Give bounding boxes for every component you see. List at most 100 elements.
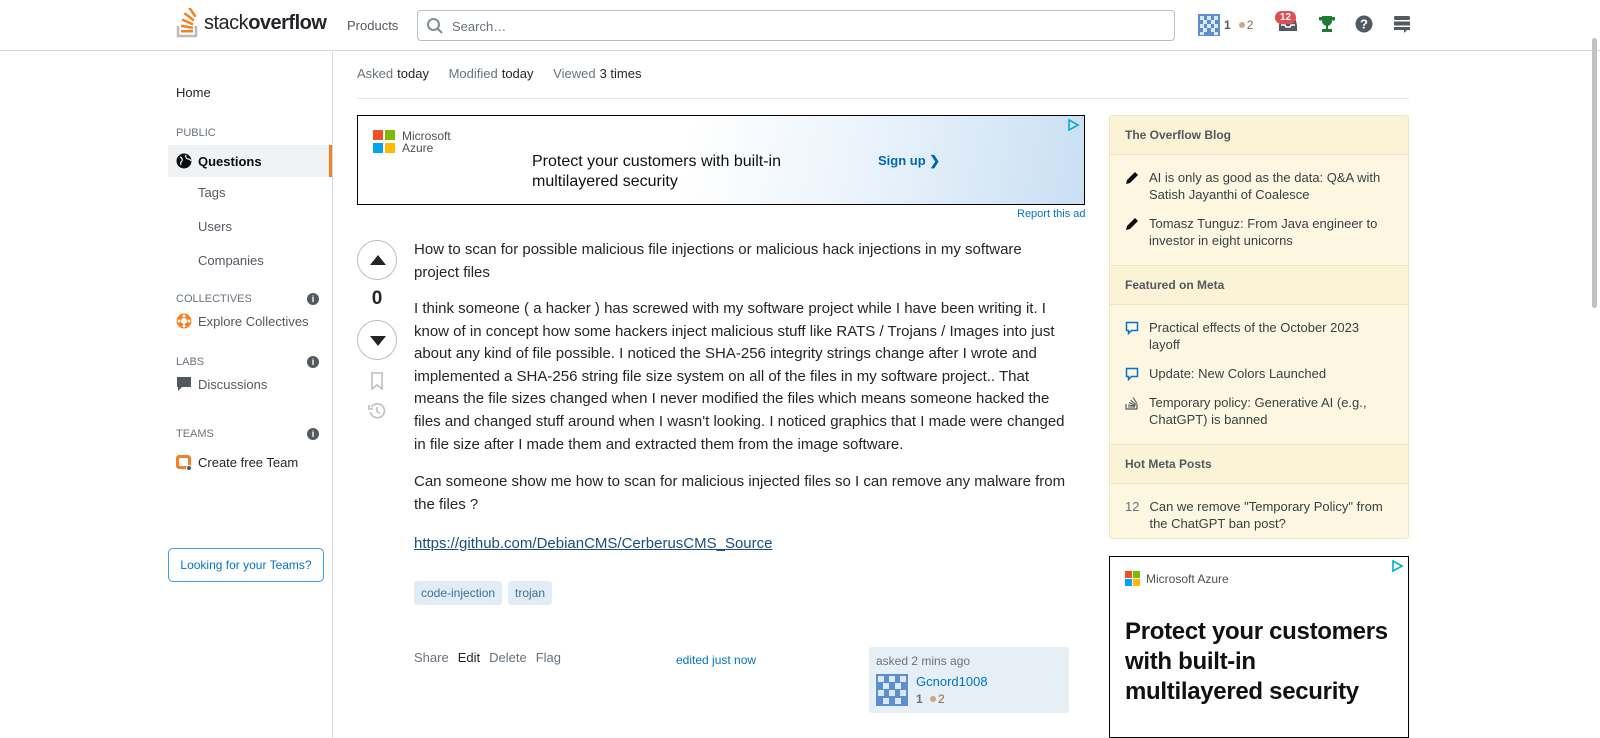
meta-item-text: Temporary policy: Generative AI (e.g., C… (1149, 395, 1367, 427)
tag-trojan[interactable]: trojan (508, 581, 553, 605)
speech-bubble-icon (1125, 321, 1139, 335)
blog-item[interactable]: AI is only as good as the data: Q&A with… (1125, 169, 1393, 203)
adchoices-icon[interactable] (1066, 118, 1080, 132)
upvote-button[interactable] (357, 240, 397, 280)
blog-header: The Overflow Blog (1110, 116, 1408, 155)
ad-signup-button[interactable]: Sign up ❯ (878, 153, 940, 169)
stack-logo-icon (176, 8, 198, 38)
github-link[interactable]: https://github.com/DebianCMS/CerberusCMS… (414, 535, 773, 552)
collectives-icon (176, 313, 192, 329)
nav-explore-collectives[interactable]: Explore Collectives (176, 313, 309, 329)
inbox-badge: 12 (1275, 11, 1297, 24)
microsoft-azure-logo: Microsoft Azure (1125, 571, 1229, 586)
top-bar: stackoverflow Products 1 2 12 (0, 0, 1600, 51)
blog-item-text: Tomasz Tunguz: From Java engineer to inv… (1149, 216, 1378, 248)
stackoverflow-logo[interactable]: stackoverflow (176, 8, 327, 38)
adchoices-icon[interactable] (1390, 559, 1404, 573)
nav-questions[interactable]: Questions (168, 145, 332, 177)
blog-item-text: AI is only as good as the data: Q&A with… (1149, 170, 1381, 202)
create-team-label: Create free Team (198, 454, 299, 470)
nav-tags[interactable]: Tags (198, 185, 225, 200)
question-paragraph-2: Can someone show me how to scan for mali… (414, 473, 1066, 513)
pencil-icon (1126, 218, 1138, 230)
bronze-badge-icon (1238, 22, 1245, 28)
hot-meta-item-text: Can we remove "Temporary Policy" from th… (1149, 499, 1383, 531)
meta-item-text: Update: New Colors Launched (1149, 366, 1327, 381)
author-reputation: 1 2 (916, 692, 945, 706)
arrow-down-icon (370, 336, 386, 346)
nav-companies[interactable]: Companies (198, 253, 264, 268)
downvote-button[interactable] (357, 320, 397, 360)
post-menu: Share Edit Delete Flag (414, 650, 561, 665)
nav-section-teams: TEAMS (176, 428, 214, 440)
meta-item[interactable]: Update: New Colors Launched (1125, 365, 1393, 382)
help-icon[interactable]: ? (1355, 15, 1373, 33)
logo-text: stackoverflow (204, 11, 327, 34)
arrow-up-icon (370, 255, 386, 265)
vote-score: 0 (371, 288, 383, 309)
hot-meta-item[interactable]: 12 Can we remove "Temporary Policy" from… (1125, 498, 1393, 532)
left-sidebar-nav: Home PUBLIC Questions Tags Users Compani… (0, 52, 333, 738)
sidebar-ad[interactable]: Microsoft Azure Protect your customers w… (1109, 556, 1409, 738)
pencil-icon (1126, 172, 1138, 184)
search-box[interactable] (417, 10, 1175, 42)
hot-meta-answer-count: 12 (1125, 499, 1140, 514)
question-body: I think someone ( a hacker ) has screwed… (414, 298, 1074, 531)
nav-section-public: PUBLIC (176, 127, 216, 139)
delete-link[interactable]: Delete (489, 650, 527, 665)
modified-label: Modified (448, 66, 498, 81)
modified-value: today (501, 66, 534, 81)
nav-discussions[interactable]: Discussions (176, 376, 267, 392)
viewed-label: Viewed (553, 66, 596, 81)
bronze-badge-icon (930, 696, 937, 702)
asked-value: today (397, 66, 429, 81)
asked-time: asked 2 mins ago (876, 654, 971, 668)
nav-create-team[interactable]: Create free Team (176, 453, 298, 471)
achievements-trophy-icon[interactable] (1318, 15, 1336, 33)
looking-for-teams-button[interactable]: Looking for your Teams? (168, 548, 324, 582)
side-ad-headline: Protect your customers with built-in mul… (1125, 618, 1388, 705)
author-rep-count: 1 (916, 692, 923, 706)
labs-info-icon[interactable]: i (307, 356, 319, 368)
flag-link[interactable]: Flag (536, 650, 561, 665)
tag-code-injection[interactable]: code-injection (414, 581, 503, 605)
report-ad-link[interactable]: Report this ad (1017, 208, 1085, 220)
microsoft-azure-logo: Microsoft Azure (373, 130, 451, 154)
speech-bubble-icon (1125, 367, 1139, 381)
nav-section-collectives: COLLECTIVES (176, 293, 252, 305)
globe-icon (176, 153, 192, 169)
teams-info-icon[interactable]: i (307, 428, 319, 440)
user-profile-chip[interactable]: 1 2 (1198, 14, 1253, 36)
author-avatar[interactable] (876, 674, 908, 706)
question-paragraph-1: I think someone ( a hacker ) has screwed… (414, 300, 1065, 453)
search-icon (427, 18, 443, 34)
products-menu[interactable]: Products (347, 18, 398, 33)
history-icon[interactable] (368, 402, 386, 420)
viewed-value: 3 times (599, 66, 642, 81)
owner-user-card: asked 2 mins ago Gcnord1008 1 2 (869, 647, 1069, 713)
collectives-info-icon[interactable]: i (307, 293, 319, 305)
discussions-icon (177, 377, 191, 391)
page-scrollbar[interactable] (1592, 38, 1597, 308)
meta-header: Featured on Meta (1110, 265, 1408, 305)
side-ad-brand: Microsoft Azure (1146, 571, 1229, 586)
asked-label: Asked (357, 66, 394, 81)
teams-briefcase-icon (176, 455, 192, 471)
search-input[interactable] (450, 11, 1154, 42)
svg-text:?: ? (1360, 17, 1368, 32)
edited-link[interactable]: edited just now (676, 653, 756, 667)
meta-item[interactable]: Practical effects of the October 2023 la… (1125, 319, 1393, 353)
bookmark-icon[interactable] (368, 372, 386, 390)
ad-banner[interactable]: Microsoft Azure Protect your customers wi… (357, 115, 1085, 205)
nav-users[interactable]: Users (198, 219, 232, 234)
blog-item[interactable]: Tomasz Tunguz: From Java engineer to inv… (1125, 215, 1393, 249)
author-name[interactable]: Gcnord1008 (916, 674, 988, 689)
edit-link[interactable]: Edit (458, 650, 480, 665)
share-link[interactable]: Share (414, 650, 449, 665)
stack-logo-icon (1125, 397, 1138, 410)
nav-home[interactable]: Home (176, 85, 211, 100)
stackexchange-menu-icon[interactable] (1393, 15, 1411, 33)
question-title-text: How to scan for possible malicious file … (414, 241, 1022, 281)
meta-item[interactable]: Temporary policy: Generative AI (e.g., C… (1125, 394, 1393, 428)
hot-meta-header: Hot Meta Posts (1110, 444, 1408, 484)
